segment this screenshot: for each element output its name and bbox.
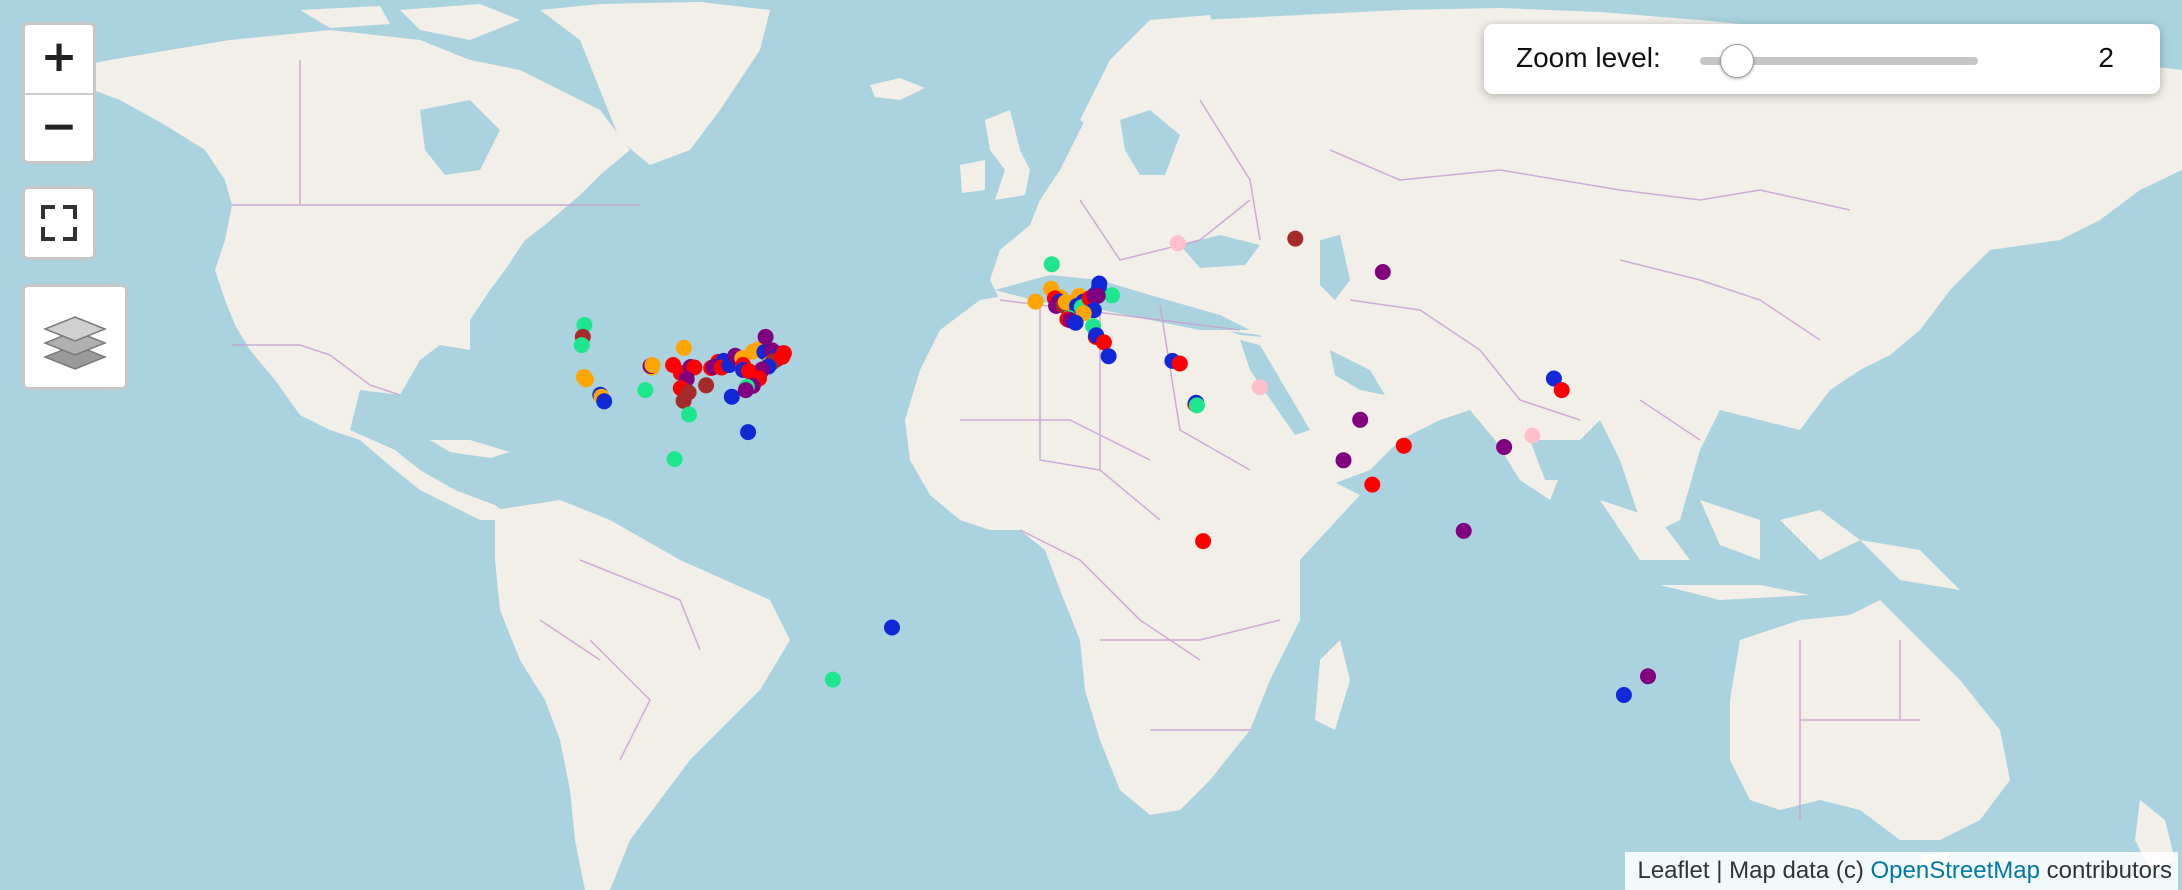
map-marker-purple[interactable] (757, 328, 774, 345)
map-marker-red[interactable] (775, 345, 792, 362)
map-marker-orange[interactable] (577, 371, 594, 388)
fullscreen-button[interactable] (22, 186, 96, 260)
map-marker-green[interactable] (637, 382, 654, 399)
basemap (0, 0, 2182, 890)
map-marker-blue[interactable] (884, 619, 900, 636)
map-marker-pink[interactable] (1169, 235, 1186, 252)
openstreetmap-link[interactable]: OpenStreetMap (1871, 857, 2040, 884)
map-marker-purple[interactable] (737, 382, 754, 399)
map-marker-brown[interactable] (698, 377, 715, 394)
zoom-in-button[interactable]: + (25, 25, 93, 95)
map-marker-red[interactable] (740, 363, 757, 380)
attribution-separator: | (1709, 857, 1730, 884)
map-marker-purple[interactable] (1496, 439, 1513, 455)
map-marker-pink[interactable] (1524, 427, 1541, 444)
map-attribution: Leaflet | Map data (c) OpenStreetMap con… (1625, 852, 2178, 890)
map-marker-red[interactable] (1095, 334, 1112, 351)
map-data-text: Map data (c) (1729, 857, 1871, 884)
map-marker-blue[interactable] (1067, 314, 1084, 331)
map-view[interactable]: + − Zoom level: 2 Leaflet | Map data (c)… (0, 0, 2182, 890)
fullscreen-icon (41, 205, 77, 241)
map-marker-purple[interactable] (1374, 264, 1391, 280)
map-marker-pink[interactable] (1251, 379, 1268, 396)
layers-icon (42, 316, 108, 370)
zoom-slider-handle[interactable] (1720, 44, 1754, 78)
map-marker-blue[interactable] (1615, 687, 1632, 703)
map-marker-red[interactable] (1553, 382, 1570, 399)
map-marker-red[interactable] (1195, 533, 1212, 550)
map-marker-blue[interactable] (740, 424, 757, 441)
map-marker-brown[interactable] (675, 392, 692, 409)
map-marker-green[interactable] (573, 337, 590, 354)
zoom-level-value: 2 (2098, 42, 2114, 73)
map-marker-green[interactable] (681, 406, 697, 423)
map-marker-red[interactable] (1171, 355, 1188, 372)
zoom-out-button[interactable]: − (25, 95, 93, 163)
zoom-level-panel: Zoom level: 2 (1484, 24, 2160, 94)
map-marker-purple[interactable] (1352, 411, 1369, 428)
map-marker-green[interactable] (666, 451, 683, 468)
map-marker-purple[interactable] (1455, 522, 1472, 539)
contributors-text: contributors (2039, 857, 2172, 884)
map-marker-green[interactable] (1188, 397, 1205, 414)
map-marker-orange[interactable] (675, 339, 692, 356)
map-marker-blue[interactable] (723, 388, 740, 405)
zoom-level-label: Zoom level: (1516, 42, 1661, 73)
map-marker-green[interactable] (1043, 256, 1060, 273)
map-marker-blue[interactable] (596, 393, 613, 410)
map-marker-green[interactable] (824, 671, 841, 688)
map-marker-purple[interactable] (1335, 452, 1352, 469)
map-marker-red[interactable] (1364, 476, 1381, 493)
layers-button[interactable] (22, 284, 128, 390)
zoom-control: + − (22, 22, 96, 164)
map-marker-orange[interactable] (1027, 293, 1044, 310)
map-marker-purple[interactable] (1089, 287, 1106, 304)
map-marker-red[interactable] (1395, 437, 1412, 454)
map-marker-brown[interactable] (1287, 230, 1304, 247)
map-marker-purple[interactable] (1640, 668, 1656, 685)
map-marker-orange[interactable] (644, 357, 661, 373)
map-marker-green[interactable] (1104, 287, 1121, 304)
map-marker-blue[interactable] (1100, 348, 1117, 365)
leaflet-link[interactable]: Leaflet (1637, 857, 1709, 884)
